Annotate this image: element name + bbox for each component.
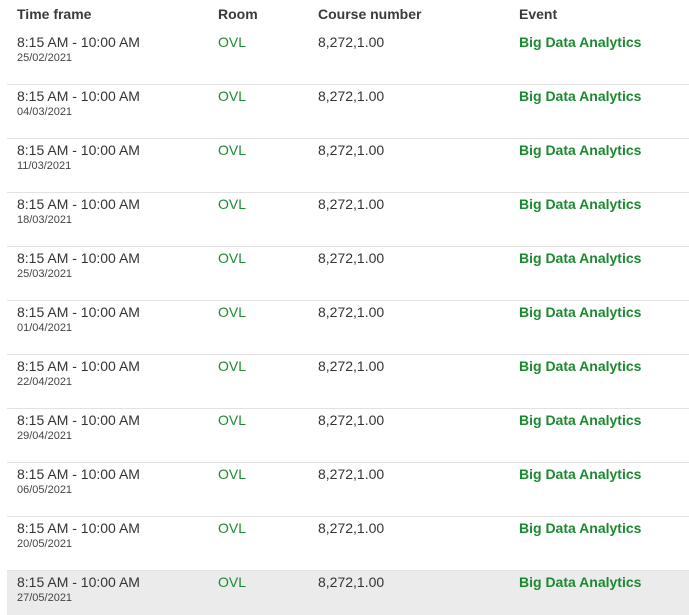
event-link[interactable]: Big Data Analytics bbox=[519, 34, 641, 50]
table-header: Time frame Room Course number Event bbox=[7, 0, 689, 31]
event-link[interactable]: Big Data Analytics bbox=[519, 574, 641, 590]
date: 04/03/2021 bbox=[17, 106, 73, 118]
event-link[interactable]: Big Data Analytics bbox=[519, 142, 641, 158]
date: 29/04/2021 bbox=[17, 430, 73, 442]
table-row[interactable]: 8:15 AM - 10:00 AM 06/05/2021 OVL 8,272,… bbox=[7, 463, 689, 517]
room-link[interactable]: OVL bbox=[218, 574, 246, 590]
time-range: 8:15 AM - 10:00 AM bbox=[17, 34, 140, 50]
room-link[interactable]: OVL bbox=[218, 466, 246, 482]
course-number: 8,272,1.00 bbox=[318, 520, 385, 536]
date: 22/04/2021 bbox=[17, 376, 73, 388]
course-number: 8,272,1.00 bbox=[318, 88, 385, 104]
course-number: 8,272,1.00 bbox=[318, 466, 385, 482]
table-row-hovered[interactable]: 8:15 AM - 10:00 AM 27/05/2021 OVL 8,272,… bbox=[7, 571, 689, 615]
event-link[interactable]: Big Data Analytics bbox=[519, 304, 641, 320]
schedule-table: Time frame Room Course number Event 8:15… bbox=[7, 0, 689, 615]
time-range: 8:15 AM - 10:00 AM bbox=[17, 142, 140, 158]
header-time-frame[interactable]: Time frame bbox=[17, 6, 91, 22]
date: 25/02/2021 bbox=[17, 52, 73, 64]
room-link[interactable]: OVL bbox=[218, 358, 246, 374]
room-link[interactable]: OVL bbox=[218, 412, 246, 428]
course-number: 8,272,1.00 bbox=[318, 358, 385, 374]
time-range: 8:15 AM - 10:00 AM bbox=[17, 358, 140, 374]
time-range: 8:15 AM - 10:00 AM bbox=[17, 412, 140, 428]
date: 20/05/2021 bbox=[17, 538, 73, 550]
course-number: 8,272,1.00 bbox=[318, 250, 385, 266]
time-range: 8:15 AM - 10:00 AM bbox=[17, 250, 140, 266]
schedule-page: Time frame Room Course number Event 8:15… bbox=[0, 0, 689, 615]
date: 18/03/2021 bbox=[17, 214, 73, 226]
event-link[interactable]: Big Data Analytics bbox=[519, 250, 641, 266]
course-number: 8,272,1.00 bbox=[318, 196, 385, 212]
course-number: 8,272,1.00 bbox=[318, 574, 385, 590]
header-course-number[interactable]: Course number bbox=[318, 6, 421, 22]
time-range: 8:15 AM - 10:00 AM bbox=[17, 88, 140, 104]
time-range: 8:15 AM - 10:00 AM bbox=[17, 304, 140, 320]
header-room[interactable]: Room bbox=[218, 6, 258, 22]
table-row[interactable]: 8:15 AM - 10:00 AM 29/04/2021 OVL 8,272,… bbox=[7, 409, 689, 463]
table-row[interactable]: 8:15 AM - 10:00 AM 20/05/2021 OVL 8,272,… bbox=[7, 517, 689, 571]
event-link[interactable]: Big Data Analytics bbox=[519, 358, 641, 374]
date: 25/03/2021 bbox=[17, 268, 73, 280]
date: 27/05/2021 bbox=[17, 592, 73, 604]
date: 01/04/2021 bbox=[17, 322, 73, 334]
event-link[interactable]: Big Data Analytics bbox=[519, 88, 641, 104]
date: 06/05/2021 bbox=[17, 484, 73, 496]
time-range: 8:15 AM - 10:00 AM bbox=[17, 466, 140, 482]
header-event[interactable]: Event bbox=[519, 6, 557, 22]
course-number: 8,272,1.00 bbox=[318, 34, 385, 50]
event-link[interactable]: Big Data Analytics bbox=[519, 520, 641, 536]
event-link[interactable]: Big Data Analytics bbox=[519, 466, 641, 482]
room-link[interactable]: OVL bbox=[218, 142, 246, 158]
room-link[interactable]: OVL bbox=[218, 196, 246, 212]
room-link[interactable]: OVL bbox=[218, 304, 246, 320]
event-link[interactable]: Big Data Analytics bbox=[519, 196, 641, 212]
time-range: 8:15 AM - 10:00 AM bbox=[17, 196, 140, 212]
room-link[interactable]: OVL bbox=[218, 88, 246, 104]
time-range: 8:15 AM - 10:00 AM bbox=[17, 574, 140, 590]
table-row[interactable]: 8:15 AM - 10:00 AM 22/04/2021 OVL 8,272,… bbox=[7, 355, 689, 409]
room-link[interactable]: OVL bbox=[218, 34, 246, 50]
table-row[interactable]: 8:15 AM - 10:00 AM 01/04/2021 OVL 8,272,… bbox=[7, 301, 689, 355]
room-link[interactable]: OVL bbox=[218, 250, 246, 266]
table-row[interactable]: 8:15 AM - 10:00 AM 18/03/2021 OVL 8,272,… bbox=[7, 193, 689, 247]
event-link[interactable]: Big Data Analytics bbox=[519, 412, 641, 428]
table-row[interactable]: 8:15 AM - 10:00 AM 04/03/2021 OVL 8,272,… bbox=[7, 85, 689, 139]
table-row[interactable]: 8:15 AM - 10:00 AM 11/03/2021 OVL 8,272,… bbox=[7, 139, 689, 193]
time-range: 8:15 AM - 10:00 AM bbox=[17, 520, 140, 536]
table-row[interactable]: 8:15 AM - 10:00 AM 25/03/2021 OVL 8,272,… bbox=[7, 247, 689, 301]
room-link[interactable]: OVL bbox=[218, 520, 246, 536]
table-row[interactable]: 8:15 AM - 10:00 AM 25/02/2021 OVL 8,272,… bbox=[7, 31, 689, 85]
course-number: 8,272,1.00 bbox=[318, 412, 385, 428]
course-number: 8,272,1.00 bbox=[318, 142, 385, 158]
date: 11/03/2021 bbox=[17, 160, 72, 172]
course-number: 8,272,1.00 bbox=[318, 304, 385, 320]
